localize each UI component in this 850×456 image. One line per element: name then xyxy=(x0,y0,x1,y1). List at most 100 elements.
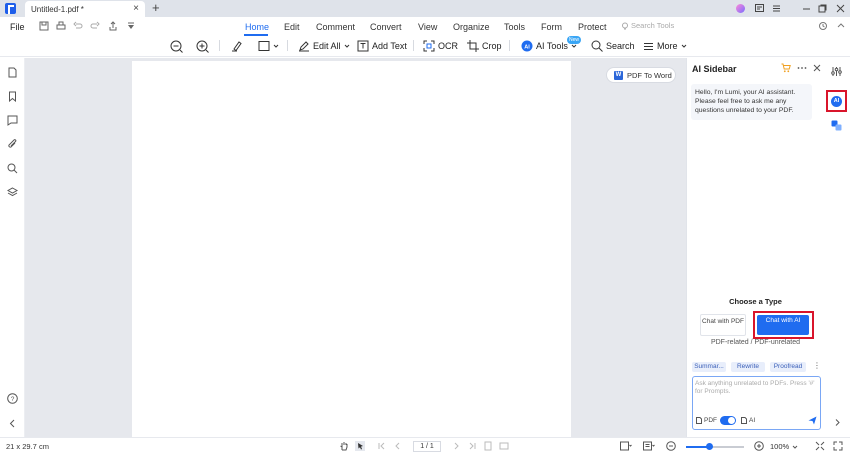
new-badge: New xyxy=(567,36,581,44)
tab-tools[interactable]: Tools xyxy=(504,22,525,32)
minimize-icon[interactable] xyxy=(800,2,812,14)
document-tab-title: Untitled-1.pdf * xyxy=(31,4,84,14)
select-tool-icon[interactable] xyxy=(355,441,365,451)
chat-with-pdf-button[interactable]: Chat with PDF xyxy=(700,314,746,336)
tab-view[interactable]: View xyxy=(418,22,437,32)
rewrite-chip[interactable]: Rewrite xyxy=(731,362,765,372)
more-button[interactable]: More xyxy=(643,39,687,53)
chevron-down-icon xyxy=(681,44,686,48)
toolbar-divider xyxy=(287,40,288,51)
zoom-level-dropdown[interactable]: 100% xyxy=(770,441,800,452)
previous-page-icon[interactable] xyxy=(393,441,403,451)
cart-icon[interactable] xyxy=(781,63,791,73)
tab-comment[interactable]: Comment xyxy=(316,22,355,32)
layers-icon[interactable] xyxy=(7,187,18,198)
ai-tools-icon: AI xyxy=(521,40,533,52)
sync-icon[interactable] xyxy=(818,21,828,31)
search-button[interactable]: Search xyxy=(591,39,635,53)
new-tab-button[interactable]: + xyxy=(152,0,160,16)
pdf-ai-toggle[interactable] xyxy=(720,416,736,425)
more-lines-icon xyxy=(644,42,653,50)
tab-edit[interactable]: Edit xyxy=(284,22,300,32)
highlighter-icon xyxy=(232,41,242,52)
print-icon[interactable] xyxy=(56,21,66,31)
message-icon[interactable] xyxy=(753,2,765,14)
collapse-ribbon-icon[interactable] xyxy=(836,21,846,31)
edit-all-button[interactable]: Edit All xyxy=(298,39,350,53)
last-page-icon[interactable] xyxy=(467,441,477,451)
send-icon[interactable] xyxy=(808,416,817,425)
summarize-chip[interactable]: Summar... xyxy=(692,362,726,372)
help-icon[interactable]: ? xyxy=(7,393,18,404)
ocr-label: OCR xyxy=(438,41,458,51)
zoom-out-button[interactable] xyxy=(170,39,183,53)
shape-dropdown[interactable] xyxy=(258,39,279,53)
menu-lines-icon[interactable] xyxy=(770,2,782,14)
comment-icon[interactable] xyxy=(7,115,18,126)
bookmark-icon[interactable] xyxy=(7,91,18,102)
collapse-right-icon[interactable] xyxy=(833,418,842,427)
next-page-icon[interactable] xyxy=(451,441,461,451)
chips-more-icon[interactable]: ⋮ xyxy=(813,361,821,370)
document-tab[interactable]: Untitled-1.pdf * × xyxy=(25,1,145,17)
zoom-in-icon[interactable] xyxy=(754,441,764,451)
search-tools-field[interactable]: Search Tools xyxy=(621,21,674,30)
hand-tool-icon[interactable] xyxy=(339,441,349,451)
zoom-in-button[interactable] xyxy=(196,39,209,53)
two-page-view-icon[interactable] xyxy=(499,441,509,451)
close-window-icon[interactable] xyxy=(834,2,846,14)
undo-icon[interactable] xyxy=(73,21,83,31)
chevron-down-icon xyxy=(273,44,279,48)
zoom-out-icon xyxy=(170,40,183,53)
collapse-left-icon[interactable] xyxy=(7,418,18,429)
more-label: More xyxy=(657,41,678,51)
avatar[interactable] xyxy=(736,4,745,13)
save-icon[interactable] xyxy=(39,21,49,31)
pen-icon xyxy=(299,41,309,52)
ocr-button[interactable]: OCR xyxy=(423,39,458,53)
page-number-input[interactable]: 1 / 1 xyxy=(413,441,441,452)
page-layout-icon[interactable] xyxy=(643,441,655,451)
restore-icon[interactable] xyxy=(816,2,828,14)
toggle-ai-label: AI xyxy=(741,417,755,424)
properties-sliders-icon[interactable] xyxy=(831,66,842,77)
proofread-chip[interactable]: Proofread xyxy=(770,362,806,372)
file-menu[interactable]: File xyxy=(10,22,25,32)
share-icon[interactable] xyxy=(108,21,118,31)
highlight-button[interactable] xyxy=(231,39,243,53)
right-rail xyxy=(825,58,850,437)
attachment-icon[interactable] xyxy=(7,139,18,150)
crop-icon xyxy=(467,40,479,52)
zoom-in-icon xyxy=(196,40,209,53)
add-text-button[interactable]: Add Text xyxy=(357,39,407,53)
customize-dropdown-icon[interactable] xyxy=(126,21,136,31)
ai-chat-placeholder: Ask anything unrelated to PDFs. Press '#… xyxy=(695,380,815,395)
toggle-pdf-text: PDF xyxy=(704,417,717,424)
pdf-page[interactable] xyxy=(132,61,571,437)
tab-protect[interactable]: Protect xyxy=(578,22,607,32)
close-icon[interactable] xyxy=(812,63,822,73)
chevron-down-icon xyxy=(344,44,349,48)
tab-convert[interactable]: Convert xyxy=(370,22,402,32)
more-options-icon[interactable] xyxy=(797,63,807,73)
svg-text:AI: AI xyxy=(524,44,530,50)
first-page-icon[interactable] xyxy=(377,441,387,451)
fit-width-icon[interactable] xyxy=(815,441,825,451)
svg-text:?: ? xyxy=(11,396,15,403)
tab-close-icon[interactable]: × xyxy=(133,3,139,14)
pdf-to-word-button[interactable]: W PDF To Word xyxy=(606,67,676,83)
tab-home[interactable]: Home xyxy=(245,22,269,32)
fit-page-icon[interactable] xyxy=(620,441,632,451)
pages-icon[interactable] xyxy=(7,67,18,78)
fullscreen-icon[interactable] xyxy=(833,441,843,451)
crop-button[interactable]: Crop xyxy=(467,39,502,53)
zoom-out-icon[interactable] xyxy=(666,441,676,451)
redo-icon[interactable] xyxy=(90,21,100,31)
search-icon[interactable] xyxy=(7,163,18,174)
single-page-view-icon[interactable] xyxy=(483,441,493,451)
search-icon xyxy=(591,40,603,52)
tab-organize[interactable]: Organize xyxy=(453,22,490,32)
translate-icon[interactable] xyxy=(831,120,842,131)
tab-form[interactable]: Form xyxy=(541,22,562,32)
ai-sidebar-icon[interactable]: AI xyxy=(831,96,842,107)
